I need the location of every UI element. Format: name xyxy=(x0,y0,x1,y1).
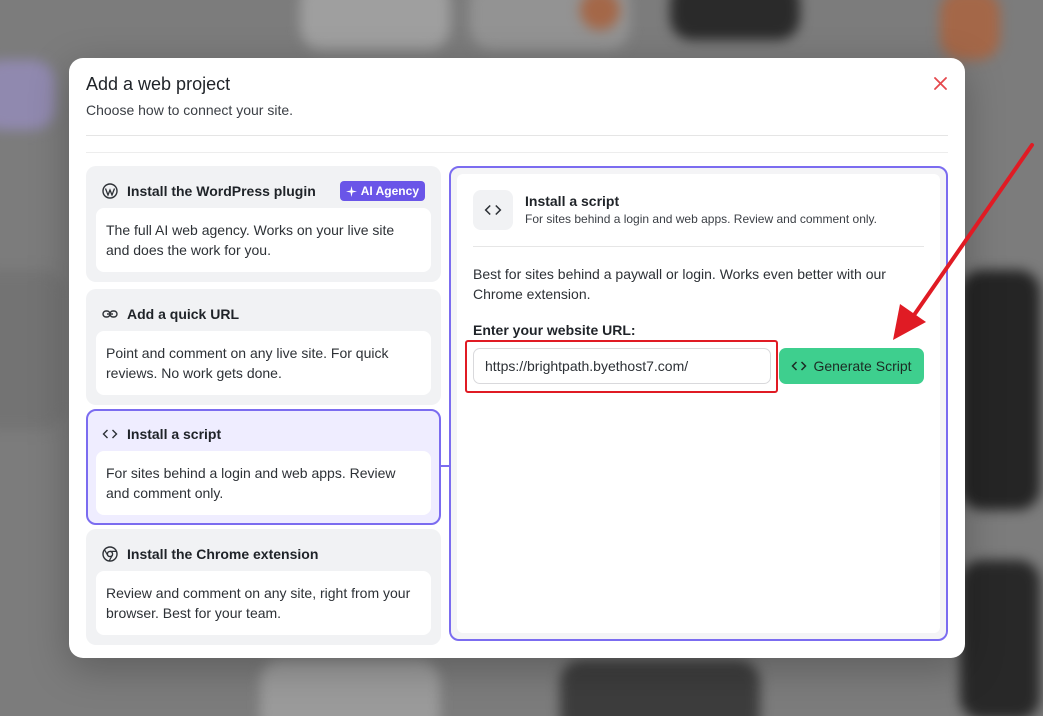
website-url-input[interactable] xyxy=(473,348,771,384)
link-icon xyxy=(102,306,118,322)
modal-subtitle: Choose how to connect your site. xyxy=(86,102,294,118)
modal-title: Add a web project xyxy=(86,74,231,94)
panel-divider xyxy=(473,246,924,247)
option-description: The full AI web agency. Works on your li… xyxy=(96,208,431,272)
code-icon xyxy=(102,426,118,442)
chrome-icon xyxy=(102,546,118,562)
option-description: For sites behind a login and web apps. R… xyxy=(96,451,431,515)
ai-agency-badge: AI Agency xyxy=(339,181,425,201)
option-chrome-extension[interactable]: Install the Chrome extension Review and … xyxy=(86,529,441,645)
sparkle-icon xyxy=(345,185,357,197)
generate-script-label: Generate Script xyxy=(813,358,912,374)
add-project-modal: Add a web project Choose how to connect … xyxy=(69,58,965,658)
url-label: Enter your website URL: xyxy=(473,322,636,338)
option-label: Add a quick URL xyxy=(127,306,240,322)
option-description: Point and comment on any live site. For … xyxy=(96,331,431,395)
header-divider xyxy=(86,152,948,153)
option-label: Install a script xyxy=(127,426,222,442)
close-icon xyxy=(933,76,947,90)
badge-label: AI Agency xyxy=(360,184,419,198)
option-description: Review and comment on any site, right fr… xyxy=(96,571,431,635)
option-label: Install the WordPress plugin xyxy=(127,183,316,199)
code-icon xyxy=(791,361,808,371)
option-label: Install the Chrome extension xyxy=(127,546,319,562)
option-install-script[interactable]: Install a script For sites behind a logi… xyxy=(86,409,441,525)
panel-subtitle: For sites behind a login and web apps. R… xyxy=(525,212,877,226)
option-quick-url[interactable]: Add a quick URL Point and comment on any… xyxy=(86,289,441,405)
panel-description: Best for sites behind a paywall or login… xyxy=(473,266,886,302)
close-button[interactable] xyxy=(931,74,949,92)
script-details-panel: Install a script For sites behind a logi… xyxy=(449,166,948,641)
wordpress-icon xyxy=(102,183,118,199)
panel-title: Install a script xyxy=(525,193,620,209)
header-divider xyxy=(86,135,948,136)
generate-script-button[interactable]: Generate Script xyxy=(779,348,924,384)
option-wordpress-plugin[interactable]: Install the WordPress plugin AI Agency T… xyxy=(86,166,441,282)
code-icon xyxy=(473,190,513,230)
